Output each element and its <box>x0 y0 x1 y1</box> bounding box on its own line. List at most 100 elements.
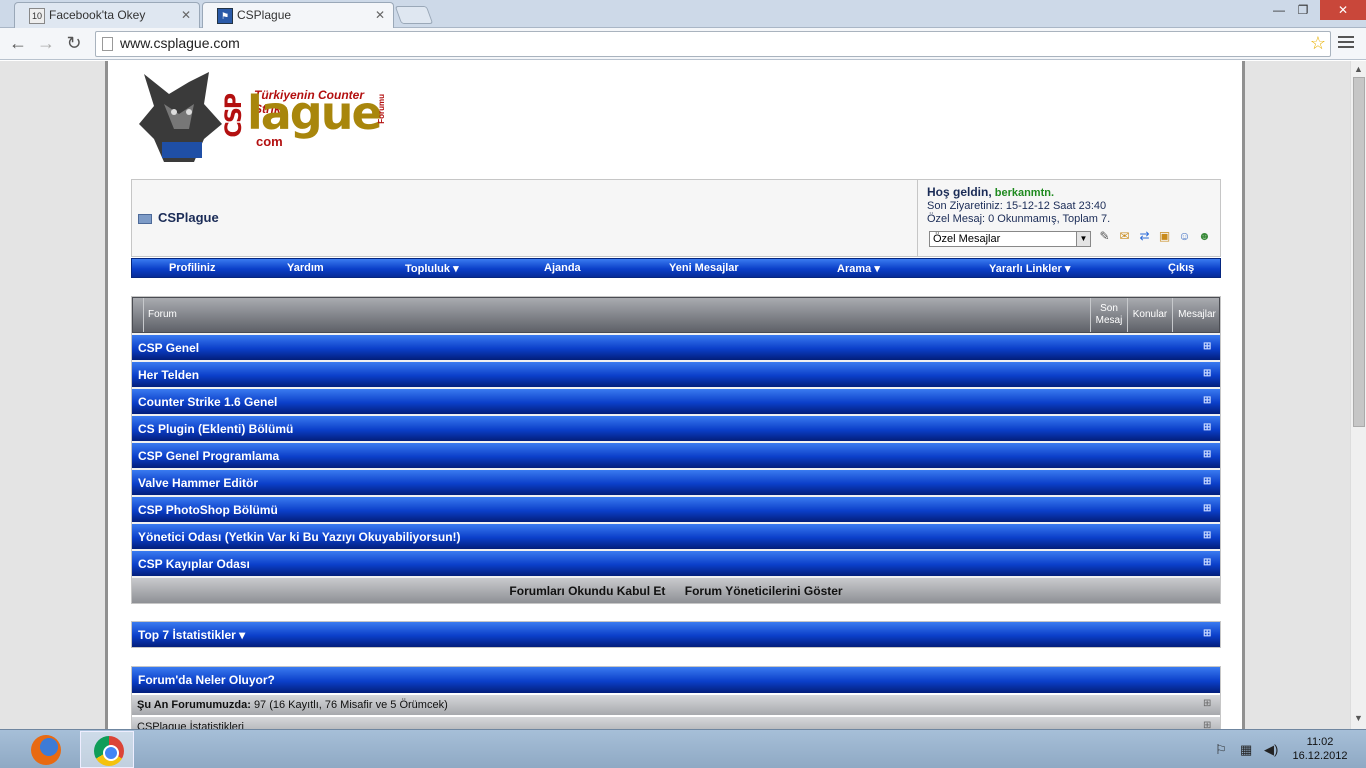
expand-icon[interactable]: ⊞ <box>1203 477 1212 487</box>
maximize-button[interactable]: ❐ <box>1292 0 1314 20</box>
page-scrollbar[interactable]: ▲ ▼ <box>1350 61 1366 729</box>
tab-title: CSPlague <box>237 8 292 22</box>
online-value: 97 (16 Kayıtlı, 76 Misafir ve 5 Örümcek) <box>253 699 448 711</box>
forum-table: Forum Son Mesaj Konular Mesajlar CSP Gen… <box>131 296 1221 604</box>
username-link[interactable]: berkanmtn. <box>995 187 1054 199</box>
forum-category-row[interactable]: Valve Hammer Editör ⊞ <box>132 470 1220 495</box>
back-button[interactable]: ← <box>6 32 30 56</box>
expand-icon[interactable]: ⊞ <box>1203 721 1212 730</box>
forum-category-row[interactable]: Yönetici Odası (Yetkin Var ki Bu Yazıyı … <box>132 524 1220 549</box>
scroll-up-icon[interactable]: ▲ <box>1354 64 1363 74</box>
add-friend-icon[interactable]: ☻ <box>1197 229 1212 243</box>
forum-category-row[interactable]: CSP Genel Programlama ⊞ <box>132 443 1220 468</box>
expand-icon[interactable]: ⊞ <box>1203 450 1212 460</box>
expand-icon[interactable]: ⊞ <box>1203 699 1212 709</box>
top-stats-title: Top 7 İstatistikler <box>138 628 236 642</box>
taskbar-firefox[interactable] <box>18 731 72 768</box>
messages-icon[interactable]: ✉ <box>1117 229 1132 243</box>
forum-table-header: Forum Son Mesaj Konular Mesajlar <box>132 297 1220 333</box>
nav-new-posts[interactable]: Yeni Mesajlar <box>669 262 739 274</box>
expand-icon[interactable]: ⊞ <box>1203 369 1212 379</box>
site-logo[interactable]: Türkiyenin Counter Strike CSPlague com F… <box>134 64 394 168</box>
subscriptions-icon[interactable]: ⇄ <box>1137 229 1152 243</box>
close-window-button[interactable]: ✕ <box>1320 0 1366 20</box>
cs-favicon-icon: ⚑ <box>217 8 233 24</box>
pm-select[interactable]: Özel Mesajlar ▼ <box>929 231 1091 247</box>
stats-label: CSPlague İstatistikleri <box>137 721 244 729</box>
nav-profile[interactable]: Profiliniz <box>169 262 215 274</box>
browser-menu-icon[interactable] <box>1338 36 1354 51</box>
nav-help[interactable]: Yardım <box>287 262 324 274</box>
system-clock[interactable]: 11:02 16.12.2012 <box>1290 735 1350 763</box>
expand-icon[interactable]: ⊞ <box>1203 531 1212 541</box>
header-box: CSPlague Hoş geldin, berkanmtn. Son Ziya… <box>131 179 1221 257</box>
forum-page: Türkiyenin Counter Strike CSPlague com F… <box>105 61 1245 729</box>
whats-going-on-title: Forum'da Neler Oluyor? <box>132 667 1220 693</box>
close-tab-icon[interactable]: ✕ <box>375 8 385 22</box>
new-tab-button[interactable] <box>394 6 434 24</box>
top-stats-bar[interactable]: Top 7 İstatistikler ▾ ⊞ <box>131 621 1221 648</box>
expand-icon[interactable]: ⊞ <box>1203 558 1212 568</box>
taskbar-chrome[interactable] <box>80 731 134 768</box>
okey-favicon-icon: 10 <box>29 8 45 24</box>
col-posts: Mesajlar <box>1172 298 1221 332</box>
dropdown-arrow-icon: ▾ <box>1064 263 1071 275</box>
expand-icon[interactable]: ⊞ <box>1203 504 1212 514</box>
browser-tab-bar: 10 Facebook'ta Okey ✕ ⚑ CSPlague ✕ — ❐ ✕ <box>0 0 1366 28</box>
dropdown-arrow-icon: ▾ <box>874 263 880 275</box>
reload-button[interactable]: ↻ <box>62 32 86 56</box>
minimize-button[interactable]: — <box>1268 0 1290 20</box>
user-profile-icon[interactable]: ☺ <box>1177 229 1192 243</box>
online-users-row: Şu An Forumumuzda: 97 (16 Kayıtlı, 76 Mi… <box>132 695 1220 715</box>
nav-community[interactable]: Topluluk ▾ <box>405 262 459 275</box>
tab-facebook-okey[interactable]: 10 Facebook'ta Okey ✕ <box>14 2 200 28</box>
wolf-mascot-icon <box>139 72 222 162</box>
nav-logout[interactable]: Çıkış <box>1168 262 1194 274</box>
dropdown-arrow-icon: ▾ <box>239 628 246 642</box>
expand-icon[interactable]: ⊞ <box>1203 629 1212 639</box>
windows-taskbar: ⚐ ▦ ◀) 11:02 16.12.2012 <box>0 729 1366 768</box>
forum-category-row[interactable]: Her Telden ⊞ <box>132 362 1220 387</box>
show-moderators-link[interactable]: Forum Yöneticilerini Göster <box>685 584 843 598</box>
stats-row: CSPlague İstatistikleri ⊞ <box>132 717 1220 729</box>
tools-icon[interactable]: ✎ <box>1097 229 1112 243</box>
forum-category-row[interactable]: CS Plugin (Eklenti) Bölümü ⊞ <box>132 416 1220 441</box>
tab-title: Facebook'ta Okey <box>49 8 146 22</box>
logo-com: com <box>256 134 283 149</box>
url-text: www.csplague.com <box>120 35 240 51</box>
action-center-flag-icon[interactable]: ⚐ <box>1215 742 1227 758</box>
expand-icon[interactable]: ⊞ <box>1203 396 1212 406</box>
expand-icon[interactable]: ⊞ <box>1203 342 1212 352</box>
page-icon <box>102 37 113 51</box>
chrome-icon <box>94 736 124 766</box>
expand-icon[interactable]: ⊞ <box>1203 423 1212 433</box>
forum-actions-bar: Forumları Okundu Kabul Et Forum Yönetici… <box>132 578 1220 603</box>
folder-icon <box>138 213 152 224</box>
last-visit-text: Son Ziyaretiniz: 15-12-12 Saat 23:40 <box>927 200 1107 212</box>
volume-icon[interactable]: ◀) <box>1264 742 1278 758</box>
mark-forums-read-link[interactable]: Forumları Okundu Kabul Et <box>509 584 665 598</box>
welcome-greeting: Hoş geldin, <box>927 185 992 199</box>
scrollbar-thumb[interactable] <box>1353 77 1365 427</box>
close-tab-icon[interactable]: ✕ <box>181 8 191 22</box>
network-icon[interactable]: ▦ <box>1240 742 1252 758</box>
forum-category-row[interactable]: CSP Genel ⊞ <box>132 335 1220 360</box>
nav-search[interactable]: Arama ▾ <box>837 262 880 275</box>
folder-stack-icon[interactable]: ▣ <box>1157 229 1172 243</box>
forward-button[interactable]: → <box>34 32 58 56</box>
header-left-cell: CSPlague <box>132 180 918 256</box>
bookmark-star-icon[interactable]: ☆ <box>1310 33 1326 54</box>
nav-useful-links[interactable]: Yararlı Linkler ▾ <box>989 262 1070 275</box>
address-bar[interactable]: www.csplague.com ☆ <box>95 31 1331 57</box>
forum-category-row[interactable]: Counter Strike 1.6 Genel ⊞ <box>132 389 1220 414</box>
scroll-down-icon[interactable]: ▼ <box>1354 713 1363 723</box>
main-navbar: Profiliniz Yardım Topluluk ▾ Ajanda Yeni… <box>131 258 1221 278</box>
site-title[interactable]: CSPlague <box>138 210 219 225</box>
firefox-icon <box>31 735 61 765</box>
nav-calendar[interactable]: Ajanda <box>544 262 581 274</box>
forum-category-row[interactable]: CSP PhotoShop Bölümü ⊞ <box>132 497 1220 522</box>
col-forum: Forum <box>143 298 1090 332</box>
tab-csplague[interactable]: ⚑ CSPlague ✕ <box>202 2 394 28</box>
col-topics: Konular <box>1127 298 1172 332</box>
forum-category-row[interactable]: CSP Kayıplar Odası ⊞ <box>132 551 1220 576</box>
